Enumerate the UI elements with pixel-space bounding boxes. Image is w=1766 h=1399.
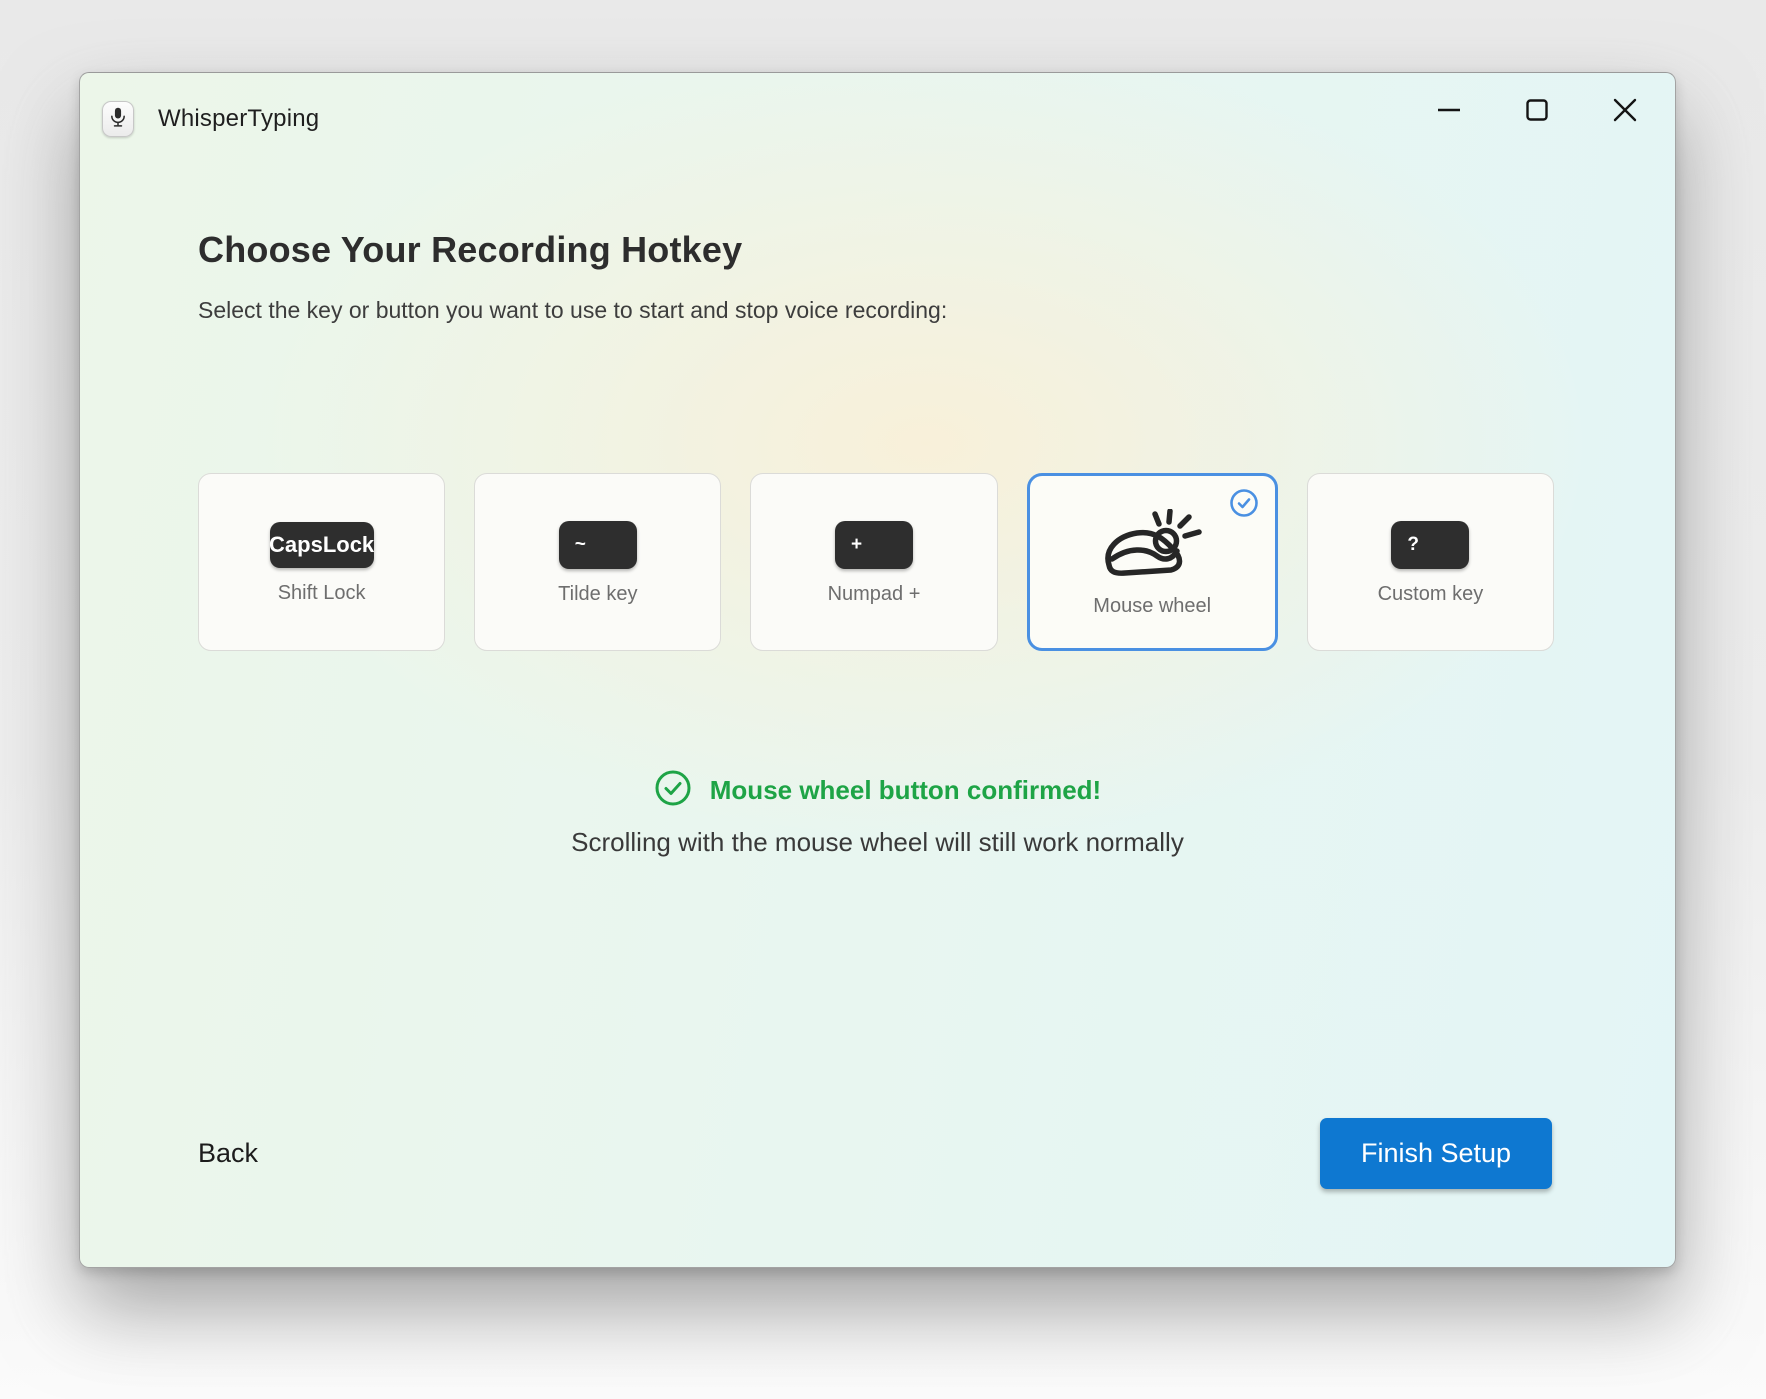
hotkey-options: CapsLock Shift Lock ~ Tilde key + Numpad… [198,473,1554,651]
option-card-numpad-plus[interactable]: + Numpad + [750,473,997,651]
option-card-shift-lock[interactable]: CapsLock Shift Lock [198,473,445,651]
back-button[interactable]: Back [198,1138,258,1169]
minimize-button[interactable] [1421,91,1477,131]
option-card-tilde-key[interactable]: ~ Tilde key [474,473,721,651]
footer: Back Finish Setup [198,1118,1552,1189]
confirmation-text: Mouse wheel button confirmed! [710,775,1101,806]
option-label: Shift Lock [278,582,366,605]
selected-check-badge [1229,490,1259,520]
option-label: Numpad + [828,583,921,606]
tilde-keycap: ~ [559,521,637,569]
keycap-label: ? [1407,534,1419,556]
app-icon [102,101,134,137]
titlebar: WhisperTyping [102,101,319,137]
app-title: WhisperTyping [158,105,319,133]
page-subtitle: Select the key or button you want to use… [198,297,947,324]
confirmation-note: Scrolling with the mouse wheel will stil… [80,827,1675,858]
close-button[interactable] [1597,91,1653,131]
numpad-plus-keycap: + [835,521,913,569]
maximize-button[interactable] [1509,91,1565,131]
option-label: Mouse wheel [1093,595,1211,618]
option-card-mouse-wheel[interactable]: Mouse wheel [1027,473,1278,651]
option-card-custom-key[interactable]: ? Custom key [1307,473,1554,651]
capslock-keycap: CapsLock [270,522,374,568]
window-controls [1421,91,1653,131]
close-icon [1613,98,1637,125]
confirmation-row: Mouse wheel button confirmed! [80,769,1675,812]
app-window: WhisperTyping Choose Your Recording Hotk… [79,72,1676,1268]
option-label: Tilde key [558,583,637,606]
mouse-wheel-icon [1100,509,1204,581]
keycap-label: ~ [575,534,586,556]
maximize-icon [1525,98,1549,125]
keycap-label: + [851,534,862,556]
page-title: Choose Your Recording Hotkey [198,229,742,271]
check-circle-icon [654,769,692,812]
minimize-icon [1437,98,1461,125]
microphone-icon [108,105,128,134]
finish-setup-button[interactable]: Finish Setup [1320,1118,1552,1189]
check-circle-icon [1229,488,1259,523]
option-label: Custom key [1378,583,1484,606]
custom-keycap: ? [1391,521,1469,569]
keycap-label: CapsLock [269,532,374,558]
